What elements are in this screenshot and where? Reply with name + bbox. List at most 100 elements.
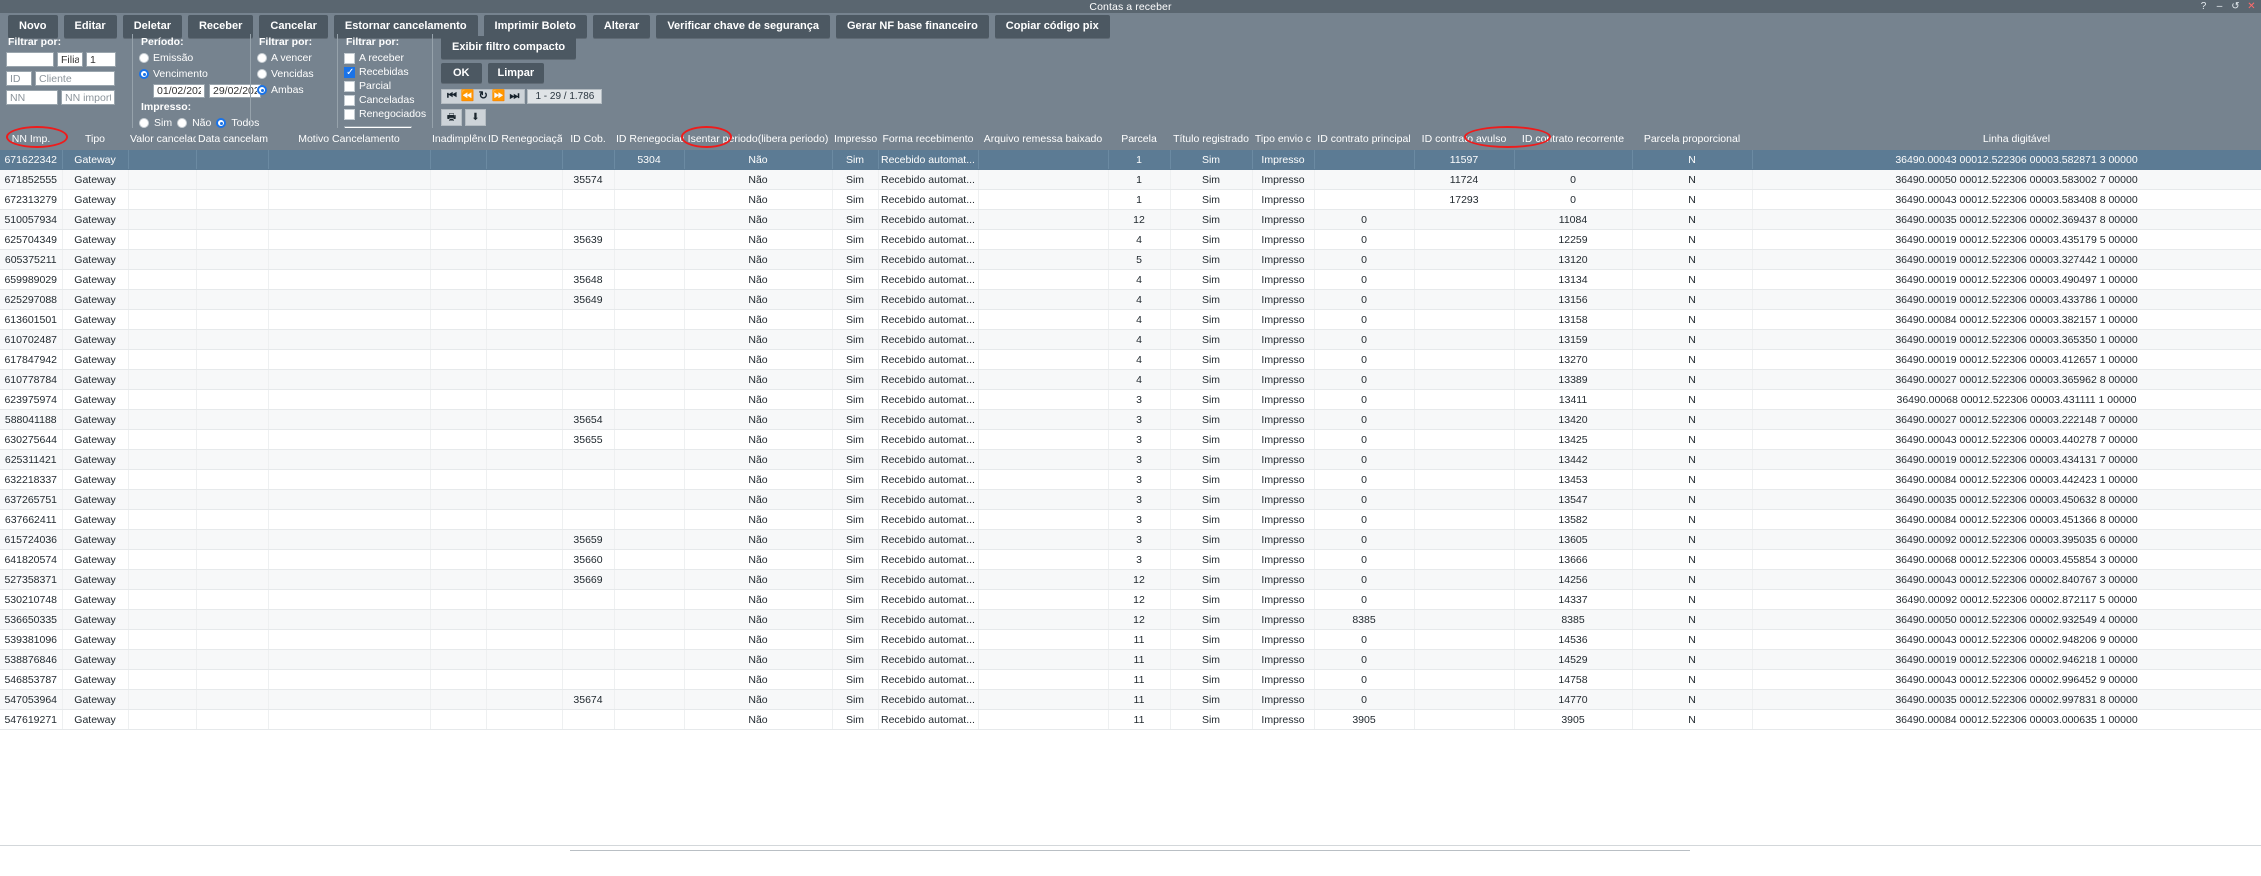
- column-header-id_cob[interactable]: ID Cob.: [562, 128, 614, 150]
- ok-button[interactable]: OK: [441, 63, 482, 84]
- column-header-parcela_proporcional[interactable]: Parcela proporcional: [1632, 128, 1752, 150]
- table-row[interactable]: 610702487 Gateway Não Sim Recebido automat..…: [0, 329, 2261, 350]
- nn-input[interactable]: [6, 90, 58, 105]
- situacao-option-a-receber[interactable]: A receber: [344, 52, 426, 64]
- column-header-inadimplencia[interactable]: Inadimplênc: [430, 128, 486, 150]
- table-row[interactable]: 637662411 Gateway Não Sim Recebido automat..…: [0, 509, 2261, 530]
- table-row[interactable]: 630275644 Gateway 35655 Não Sim Recebido auto…: [0, 429, 2261, 450]
- help-icon[interactable]: ?: [2198, 1, 2209, 12]
- column-header-id_contrato_recorrente[interactable]: ID contrato recorrente: [1514, 128, 1632, 150]
- column-header-data_cancelamento[interactable]: Data cancelamento: [196, 128, 268, 150]
- nn-importacao-input[interactable]: [61, 90, 115, 105]
- date-from-input[interactable]: [153, 84, 205, 98]
- table-row[interactable]: 547619271 Gateway Não Sim Recebido automat..…: [0, 709, 2261, 730]
- table-row[interactable]: 625297088 Gateway 35649 Não Sim Recebido auto…: [0, 289, 2261, 310]
- prev-page-icon[interactable]: ⏪: [461, 91, 475, 102]
- column-header-tipo_envio[interactable]: Tipo envio c: [1252, 128, 1314, 150]
- table-row[interactable]: 625704349 Gateway 35639 Não Sim Recebido auto…: [0, 229, 2261, 250]
- records-table-container[interactable]: NN Imp.TipoValor canceladoData cancelame…: [0, 128, 2261, 846]
- table-row[interactable]: 671852555 Gateway 35574 Não Sim Recebido auto…: [0, 169, 2261, 190]
- table-row[interactable]: 615724036 Gateway 35659 Não Sim Recebido auto…: [0, 529, 2261, 550]
- column-header-valor_cancelado[interactable]: Valor cancelado: [128, 128, 196, 150]
- column-header-nn_imp[interactable]: NN Imp.: [0, 128, 62, 150]
- vencimento-option-ambas[interactable]: Ambas: [257, 84, 331, 96]
- id-input[interactable]: [6, 71, 32, 86]
- column-header-tipo[interactable]: Tipo: [62, 128, 128, 150]
- table-row[interactable]: 671622342 Gateway 5304 Não Sim Recebido autom…: [0, 150, 2261, 170]
- table-row[interactable]: 605375211 Gateway Não Sim Recebido automat..…: [0, 249, 2261, 270]
- cell-id_contrato_recorrente: 14337: [1514, 589, 1633, 610]
- table-row[interactable]: 632218337 Gateway Não Sim Recebido automat..…: [0, 469, 2261, 490]
- radio-impresso-sim-icon[interactable]: [139, 118, 149, 128]
- minimize-icon[interactable]: –: [2214, 1, 2225, 12]
- filial-value-input[interactable]: [86, 52, 116, 67]
- table-row[interactable]: 623975974 Gateway Não Sim Recebido automat..…: [0, 389, 2261, 410]
- cell-id_renegociacao: [486, 469, 563, 490]
- table-row[interactable]: 641820574 Gateway 35660 Não Sim Recebido auto…: [0, 549, 2261, 570]
- checkbox-canceladas-icon[interactable]: [344, 94, 355, 106]
- print-icon[interactable]: 🖶: [441, 109, 462, 127]
- table-row[interactable]: 539381096 Gateway Não Sim Recebido automat..…: [0, 629, 2261, 650]
- export-icon[interactable]: ⬇: [465, 109, 486, 127]
- cliente-input[interactable]: [35, 71, 115, 86]
- restore-icon[interactable]: ↺: [2230, 1, 2241, 12]
- situacao-option-recebidas[interactable]: Recebidas: [344, 66, 426, 79]
- table-row[interactable]: 538876846 Gateway Não Sim Recebido automat..…: [0, 649, 2261, 670]
- radio-a-vencer-icon[interactable]: [257, 53, 267, 63]
- column-header-id_contrato_principal[interactable]: ID contrato principal: [1314, 128, 1414, 150]
- radio-ambas-icon[interactable]: [257, 85, 267, 95]
- id-cliente-row: [6, 71, 126, 86]
- limpar-button[interactable]: Limpar: [487, 63, 545, 84]
- checkbox-renegociados-icon[interactable]: [344, 108, 355, 120]
- table-row[interactable]: 547053964 Gateway 35674 Não Sim Recebido auto…: [0, 689, 2261, 710]
- checkbox-a-receber-icon[interactable]: [344, 52, 355, 64]
- periodo-option-vencimento[interactable]: Vencimento: [139, 68, 244, 80]
- table-row[interactable]: 546853787 Gateway Não Sim Recebido automat..…: [0, 669, 2261, 690]
- codigo-input[interactable]: [6, 52, 54, 67]
- close-icon[interactable]: ✕: [2246, 1, 2257, 12]
- filial-label-input[interactable]: [57, 52, 83, 67]
- radio-vencimento-icon[interactable]: [139, 69, 149, 79]
- refresh-icon[interactable]: ↻: [479, 91, 488, 102]
- column-header-id_renegociado[interactable]: ID Renegociad: [614, 128, 684, 150]
- table-row[interactable]: 617847942 Gateway Não Sim Recebido automat..…: [0, 349, 2261, 370]
- column-header-id_contrato_avulso[interactable]: ID contrato avulso: [1414, 128, 1514, 150]
- table-row[interactable]: 530210748 Gateway Não Sim Recebido automat..…: [0, 589, 2261, 610]
- table-row[interactable]: 625311421 Gateway Não Sim Recebido automat..…: [0, 449, 2261, 470]
- checkbox-recebidas-icon[interactable]: [344, 66, 355, 79]
- column-header-linha_digitavel[interactable]: Linha digitável: [1752, 128, 2261, 150]
- situacao-option-canceladas[interactable]: Canceladas: [344, 94, 426, 106]
- vencimento-option-a-vencer[interactable]: A vencer: [257, 52, 331, 64]
- table-row[interactable]: 588041188 Gateway 35654 Não Sim Recebido auto…: [0, 409, 2261, 430]
- last-page-icon[interactable]: ⏭: [510, 91, 520, 102]
- first-page-icon[interactable]: ⏮: [447, 91, 457, 102]
- periodo-option-emissao[interactable]: Emissão: [139, 52, 244, 64]
- table-row[interactable]: 672313279 Gateway Não Sim Recebido automat..…: [0, 189, 2261, 210]
- column-header-parcela[interactable]: Parcela: [1108, 128, 1170, 150]
- column-header-id_renegociacao[interactable]: ID Renegociação: [486, 128, 562, 150]
- situacao-option-renegociados[interactable]: Renegociados: [344, 108, 426, 120]
- column-header-motivo_cancelamento[interactable]: Motivo Cancelamento: [268, 128, 430, 150]
- vencimento-option-vencidas[interactable]: Vencidas: [257, 68, 331, 80]
- radio-emissao-icon[interactable]: [139, 53, 149, 63]
- radio-vencidas-icon[interactable]: [257, 69, 267, 79]
- table-row[interactable]: 637265751 Gateway Não Sim Recebido automat..…: [0, 489, 2261, 510]
- radio-impresso-nao-icon[interactable]: [177, 118, 188, 128]
- next-page-icon[interactable]: ⏩: [492, 91, 506, 102]
- table-row[interactable]: 527358371 Gateway 35669 Não Sim Recebido auto…: [0, 569, 2261, 590]
- column-header-impresso[interactable]: Impresso: [832, 128, 878, 150]
- column-header-forma_recebimento[interactable]: Forma recebimento: [878, 128, 978, 150]
- table-row[interactable]: 659989029 Gateway 35648 Não Sim Recebido auto…: [0, 269, 2261, 290]
- table-row[interactable]: 610778784 Gateway Não Sim Recebido automat..…: [0, 369, 2261, 390]
- radio-impresso-todos-icon[interactable]: [216, 118, 227, 128]
- situacao-option-parcial[interactable]: Parcial: [344, 80, 426, 92]
- column-header-arquivo_remessa[interactable]: Arquivo remessa baixado: [978, 128, 1108, 150]
- table-row[interactable]: 510057934 Gateway Não Sim Recebido automat..…: [0, 209, 2261, 230]
- exibir-filtro-compacto-button[interactable]: Exibir filtro compacto: [441, 36, 577, 60]
- cell-valor_cancelado: [128, 449, 197, 470]
- checkbox-parcial-icon[interactable]: [344, 80, 355, 92]
- column-header-isentar_periodo[interactable]: Isentar periodo(libera periodo): [684, 128, 832, 150]
- table-row[interactable]: 536650335 Gateway Não Sim Recebido automat..…: [0, 609, 2261, 630]
- column-header-titulo_registrado[interactable]: Título registrado: [1170, 128, 1252, 150]
- table-row[interactable]: 613601501 Gateway Não Sim Recebido automat..…: [0, 309, 2261, 330]
